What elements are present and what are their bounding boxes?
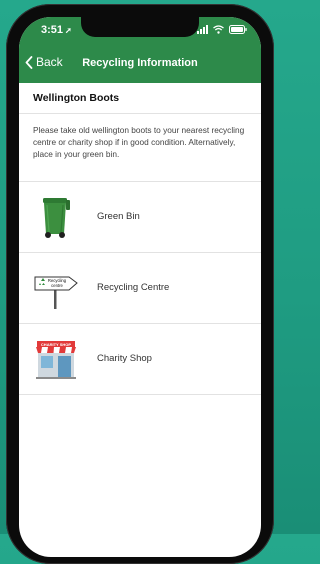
option-label: Green Bin	[97, 211, 140, 222]
option-green-bin[interactable]: Green Bin	[19, 182, 261, 253]
svg-text:CHARITY SHOP: CHARITY SHOP	[41, 342, 71, 347]
status-time: 3:51 ➚	[41, 24, 72, 36]
system-icons	[197, 25, 247, 34]
option-label: Charity Shop	[97, 353, 152, 364]
page-title: Recycling Information	[82, 57, 198, 69]
option-recycling-centre[interactable]: Recycling centre Recycling Centre	[19, 253, 261, 324]
battery-icon	[229, 25, 247, 34]
status-time-text: 3:51	[41, 24, 64, 36]
charity-shop-icon: CHARITY SHOP	[33, 336, 79, 382]
green-bin-icon	[33, 194, 79, 240]
item-title: Wellington Boots	[19, 83, 261, 114]
svg-text:centre: centre	[51, 283, 63, 288]
signal-icon	[197, 25, 208, 34]
recycling-centre-sign-icon: Recycling centre	[33, 265, 79, 311]
navigation-bar: Back Recycling Information	[19, 45, 261, 83]
item-description: Please take old wellington boots to your…	[19, 114, 261, 182]
app-screen: 3:51 ➚ Back Recycling Information Wellin…	[19, 17, 261, 557]
content-area: Wellington Boots Please take old welling…	[19, 83, 261, 395]
option-charity-shop[interactable]: CHARITY SHOP Charity Shop	[19, 324, 261, 395]
wifi-icon	[213, 25, 224, 34]
phone-notch	[81, 17, 199, 37]
phone-frame: 3:51 ➚ Back Recycling Information Wellin…	[6, 4, 274, 564]
status-bar: 3:51 ➚	[19, 17, 261, 45]
option-label: Recycling Centre	[97, 282, 170, 293]
location-arrow-icon: ➚	[65, 26, 72, 35]
